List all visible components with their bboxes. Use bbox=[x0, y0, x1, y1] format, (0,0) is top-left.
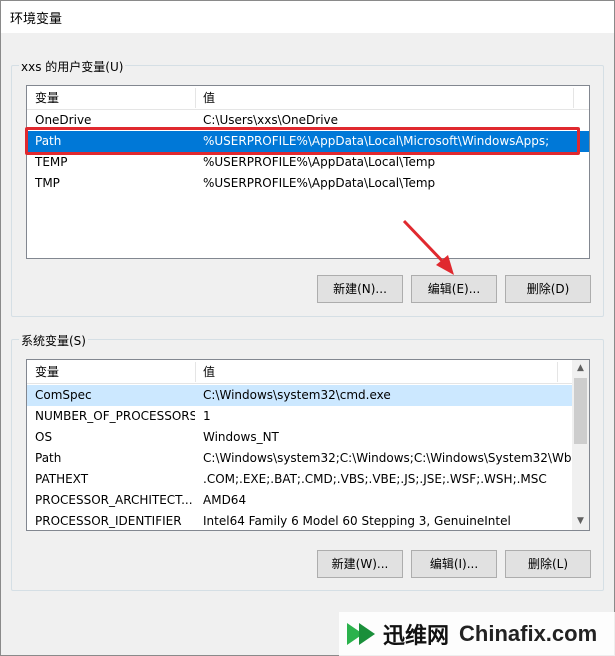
user-variables-label: xxs 的用户变量(U) bbox=[19, 58, 126, 75]
list-item[interactable]: OS Windows_NT bbox=[27, 427, 574, 448]
variable-value: Windows_NT bbox=[203, 430, 279, 444]
variable-name: OS bbox=[35, 430, 53, 444]
user-edit-button[interactable]: 编辑(E)... bbox=[411, 275, 497, 303]
watermark-en-text: Chinafix.com bbox=[459, 621, 598, 646]
column-header-variable[interactable]: 变量 bbox=[29, 86, 195, 110]
list-item[interactable]: ComSpec C:\Windows\system32\cmd.exe bbox=[27, 385, 574, 406]
column-separator[interactable] bbox=[573, 88, 574, 108]
vertical-scrollbar[interactable]: ▲ ▼ bbox=[572, 360, 589, 530]
list-item[interactable]: PROCESSOR_ARCHITECT... AMD64 bbox=[27, 490, 574, 511]
environment-variables-dialog: 环境变量 xxs 的用户变量(U) 变量 值 OneDrive C:\Users… bbox=[0, 0, 615, 656]
system-variables-list[interactable]: 变量 值 ComSpec C:\Windows\system32\cmd.exe… bbox=[26, 359, 590, 531]
scrollbar-thumb[interactable] bbox=[574, 378, 587, 444]
variable-name: ComSpec bbox=[35, 388, 92, 402]
user-delete-button[interactable]: 删除(D) bbox=[505, 275, 591, 303]
column-header-variable[interactable]: 变量 bbox=[29, 360, 195, 384]
list-header: 变量 值 bbox=[27, 86, 589, 110]
list-header: 变量 值 bbox=[27, 360, 589, 384]
user-new-button[interactable]: 新建(N)... bbox=[317, 275, 403, 303]
window-title: 环境变量 bbox=[10, 12, 63, 27]
variable-value: 1 bbox=[203, 409, 211, 423]
variable-name: TEMP bbox=[35, 155, 68, 169]
variable-value: AMD64 bbox=[203, 493, 247, 507]
column-separator[interactable] bbox=[195, 88, 196, 108]
variable-name: Path bbox=[35, 451, 62, 465]
column-separator[interactable] bbox=[195, 362, 196, 382]
variable-name: NUMBER_OF_PROCESSORS bbox=[35, 409, 195, 423]
variable-value: C:\Windows\system32\cmd.exe bbox=[203, 388, 391, 402]
variable-name: TMP bbox=[35, 176, 60, 190]
pointer-arrow-icon bbox=[402, 219, 454, 275]
variable-name: PROCESSOR_ARCHITECT... bbox=[35, 493, 193, 507]
system-variables-label: 系统变量(S) bbox=[19, 332, 88, 349]
variable-name: PROCESSOR_IDENTIFIER bbox=[35, 514, 182, 528]
system-edit-button[interactable]: 编辑(I)... bbox=[411, 550, 497, 578]
watermark-cn-text: 迅维网 bbox=[383, 624, 450, 649]
system-delete-button[interactable]: 删除(L) bbox=[505, 550, 591, 578]
chinafix-logo-icon bbox=[347, 623, 375, 645]
list-item[interactable]: Path C:\Windows\system32;C:\Windows;C:\W… bbox=[27, 448, 574, 469]
variable-value: C:\Windows\system32;C:\Windows;C:\Window… bbox=[203, 451, 573, 465]
column-header-value[interactable]: 值 bbox=[197, 86, 567, 110]
watermark: 迅维网 Chinafix.com bbox=[339, 612, 615, 656]
variable-value: %USERPROFILE%\AppData\Local\Temp bbox=[203, 176, 436, 190]
list-item[interactable]: PATHEXT .COM;.EXE;.BAT;.CMD;.VBS;.VBE;.J… bbox=[27, 469, 574, 490]
column-header-value[interactable]: 值 bbox=[197, 360, 567, 384]
highlight-box bbox=[25, 127, 580, 155]
list-item[interactable]: NUMBER_OF_PROCESSORS 1 bbox=[27, 406, 574, 427]
column-separator[interactable] bbox=[557, 362, 558, 382]
system-new-button[interactable]: 新建(W)... bbox=[317, 550, 403, 578]
variable-value: Intel64 Family 6 Model 60 Stepping 3, Ge… bbox=[203, 514, 511, 528]
list-item[interactable]: TMP %USERPROFILE%\AppData\Local\Temp bbox=[27, 173, 589, 194]
scroll-up-icon[interactable]: ▲ bbox=[572, 360, 589, 377]
variable-name: PATHEXT bbox=[35, 472, 89, 486]
scroll-down-icon[interactable]: ▼ bbox=[572, 513, 589, 530]
variable-value: %USERPROFILE%\AppData\Local\Temp bbox=[203, 155, 436, 169]
list-item[interactable]: TEMP %USERPROFILE%\AppData\Local\Temp bbox=[27, 152, 589, 173]
user-variables-list[interactable]: 变量 值 OneDrive C:\Users\xxs\OneDrive Path… bbox=[26, 85, 590, 259]
list-item[interactable]: PROCESSOR_IDENTIFIER Intel64 Family 6 Mo… bbox=[27, 511, 574, 530]
title-bar: 环境变量 bbox=[1, 1, 614, 33]
variable-value: .COM;.EXE;.BAT;.CMD;.VBS;.VBE;.JS;.JSE;.… bbox=[203, 472, 547, 486]
